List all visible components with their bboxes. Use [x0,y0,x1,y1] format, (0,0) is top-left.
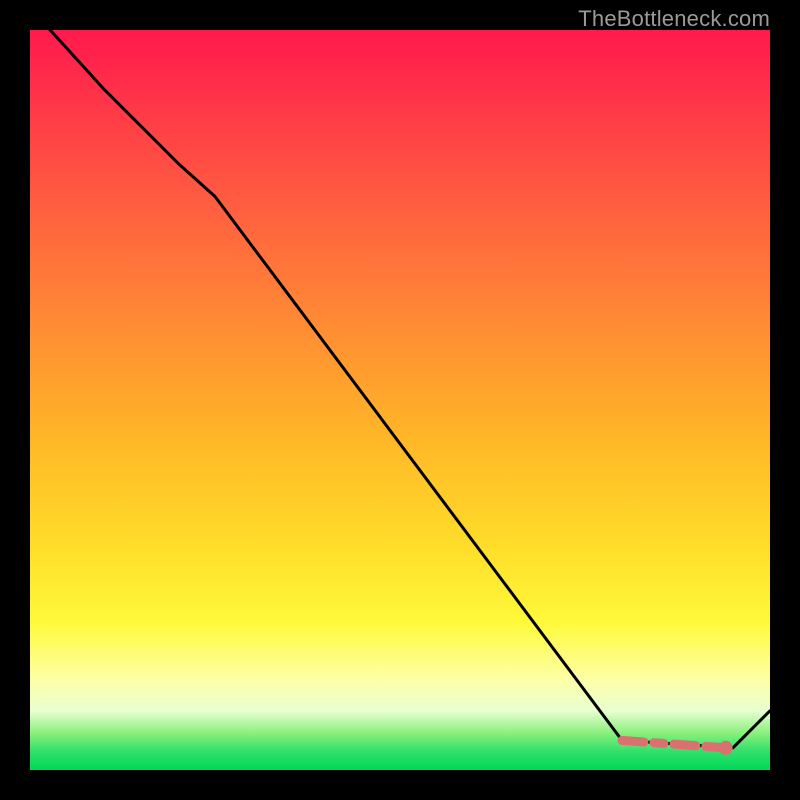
highlight-end-dot [719,741,733,755]
watermark-text: TheBottleneck.com [578,6,770,32]
highlight-dashed-segment [622,740,726,747]
chart-stage: TheBottleneck.com [0,0,800,800]
chart-overlay [30,30,770,770]
curve-line [30,30,770,748]
plot-area [30,30,770,770]
